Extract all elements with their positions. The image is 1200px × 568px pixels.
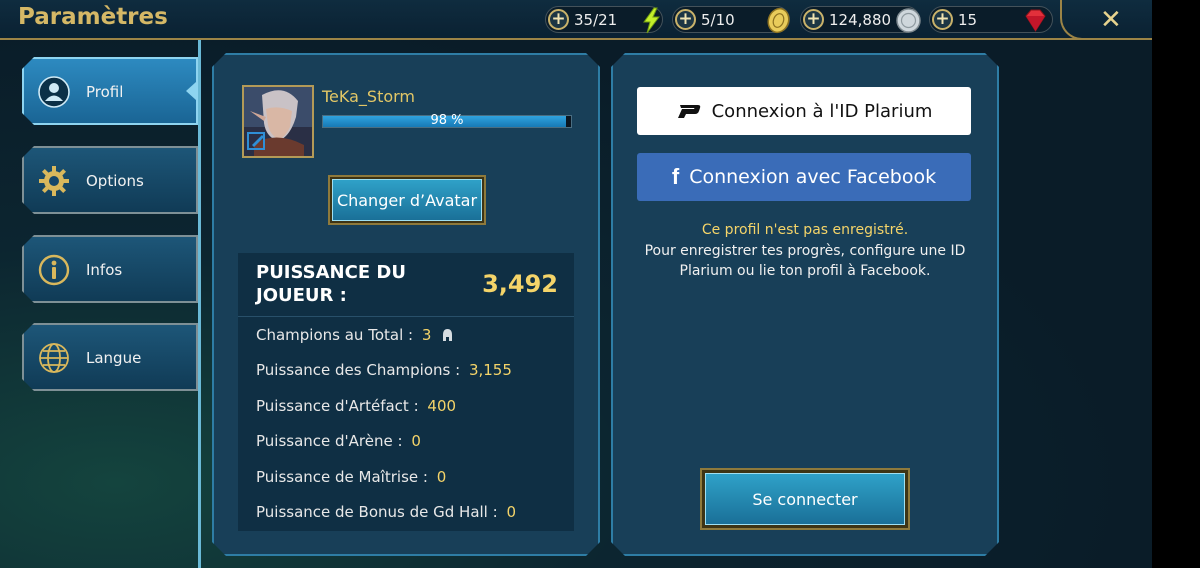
add-silver-button[interactable]: + xyxy=(803,9,824,30)
stat-label: Puissance d'Artéfact : xyxy=(256,397,419,415)
energy-value: 35/21 xyxy=(574,10,618,29)
energy-counter[interactable]: + 35/21 xyxy=(545,6,663,34)
stat-value: 3 xyxy=(421,326,432,344)
silver-icon xyxy=(896,8,921,33)
stat-value: 0 xyxy=(411,432,421,450)
info-icon xyxy=(38,254,70,286)
account-panel: Connexion à l'ID Plarium f Connexion ave… xyxy=(611,53,999,556)
player-power-header: PUISSANCE DU JOUEUR : 3,492 xyxy=(238,253,574,317)
registration-hint: Pour enregistrer tes progrès, configure … xyxy=(644,243,966,279)
champion-portrait-icon xyxy=(244,87,312,156)
add-energy-button[interactable]: + xyxy=(548,9,569,30)
sidebar-item-label: Langue xyxy=(86,349,142,367)
sidebar-item-profil[interactable]: Profil xyxy=(22,57,198,125)
corner-ornament xyxy=(1060,0,1092,40)
avatar[interactable] xyxy=(242,85,314,158)
sidebar-item-label: Profil xyxy=(86,83,124,101)
xp-percent: 98 % xyxy=(430,113,464,128)
stat-value: 3,155 xyxy=(468,361,512,379)
globe-icon xyxy=(38,342,70,374)
profile-icon xyxy=(38,76,70,108)
champion-helmet-icon xyxy=(442,329,453,341)
facebook-icon: f xyxy=(671,164,680,189)
stat-label: Puissance de Bonus de Gd Hall : xyxy=(256,503,498,521)
stat-label: Puissance d'Arène : xyxy=(256,432,403,450)
gem-counter[interactable]: + 15 xyxy=(929,6,1053,33)
username: TeKa_Storm xyxy=(322,87,416,106)
facebook-login-label: Connexion avec Facebook xyxy=(689,166,937,188)
add-arena-token-button[interactable]: + xyxy=(675,9,696,30)
sidebar-item-label: Infos xyxy=(86,261,123,279)
stat-label: Puissance de Maîtrise : xyxy=(256,468,428,486)
sidebar-divider xyxy=(198,40,201,568)
close-icon[interactable]: ✕ xyxy=(1100,5,1122,35)
gem-value: 15 xyxy=(958,10,978,29)
stat-label: Champions au Total : xyxy=(256,326,414,344)
arena-token-counter[interactable]: + 5/10 xyxy=(672,6,790,34)
add-gem-button[interactable]: + xyxy=(932,9,953,30)
silver-value: 124,880 xyxy=(829,10,892,29)
stat-label: Puissance des Champions : xyxy=(256,361,461,379)
player-power-value: 3,492 xyxy=(482,270,558,298)
facebook-login-button[interactable]: f Connexion avec Facebook xyxy=(637,153,971,201)
settings-screen: Paramètres + 35/21 + 5/10 + 124,880 + 15… xyxy=(0,0,1152,568)
page-title: Paramètres xyxy=(18,4,168,30)
plarium-logo-icon xyxy=(676,103,702,119)
stat-row: Puissance des Champions : 3,155 xyxy=(256,361,512,379)
sidebar-item-label: Options xyxy=(86,172,144,190)
xp-bar: 98 % xyxy=(322,115,572,128)
stat-row: Puissance d'Arène : 0 xyxy=(256,432,421,450)
stats-box: PUISSANCE DU JOUEUR : 3,492 Champions au… xyxy=(238,253,574,531)
arena-token-icon xyxy=(767,7,790,34)
stat-value: 0 xyxy=(506,503,516,521)
sidebar-item-infos[interactable]: Infos xyxy=(22,235,198,303)
stat-value: 0 xyxy=(436,468,447,486)
sidebar-item-langue[interactable]: Langue xyxy=(22,323,198,391)
change-avatar-button[interactable]: Changer d’Avatar xyxy=(328,175,486,225)
stat-value: 400 xyxy=(427,397,457,415)
energy-icon xyxy=(643,7,660,34)
sidebar-item-options[interactable]: Options xyxy=(22,146,198,214)
connect-button[interactable]: Se connecter xyxy=(700,468,910,530)
screen-edge xyxy=(1152,0,1200,568)
profile-panel: TeKa_Storm 98 % Changer d’Avatar PUISSAN… xyxy=(212,53,600,556)
gem-icon xyxy=(1025,9,1046,32)
connect-label: Se connecter xyxy=(705,473,905,525)
unregistered-notice: Ce profil n'est pas enregistré. xyxy=(701,222,909,238)
plarium-login-button[interactable]: Connexion à l'ID Plarium xyxy=(637,87,971,135)
plarium-login-label: Connexion à l'ID Plarium xyxy=(711,100,933,122)
stat-row: Puissance d'Artéfact : 400 xyxy=(256,397,456,415)
stat-row: Champions au Total : 3 xyxy=(256,326,453,344)
change-avatar-label: Changer d’Avatar xyxy=(332,179,482,221)
arena-token-value: 5/10 xyxy=(701,10,735,29)
player-power-label: PUISSANCE DU JOUEUR : xyxy=(256,262,406,306)
top-bar: Paramètres + 35/21 + 5/10 + 124,880 + 15… xyxy=(0,0,1152,40)
active-indicator xyxy=(186,82,196,100)
silver-counter[interactable]: + 124,880 xyxy=(800,6,921,33)
stat-row: Puissance de Bonus de Gd Hall : 0 xyxy=(256,503,516,521)
stat-row: Puissance de Maîtrise : 0 xyxy=(256,468,446,486)
gear-icon xyxy=(38,165,70,197)
